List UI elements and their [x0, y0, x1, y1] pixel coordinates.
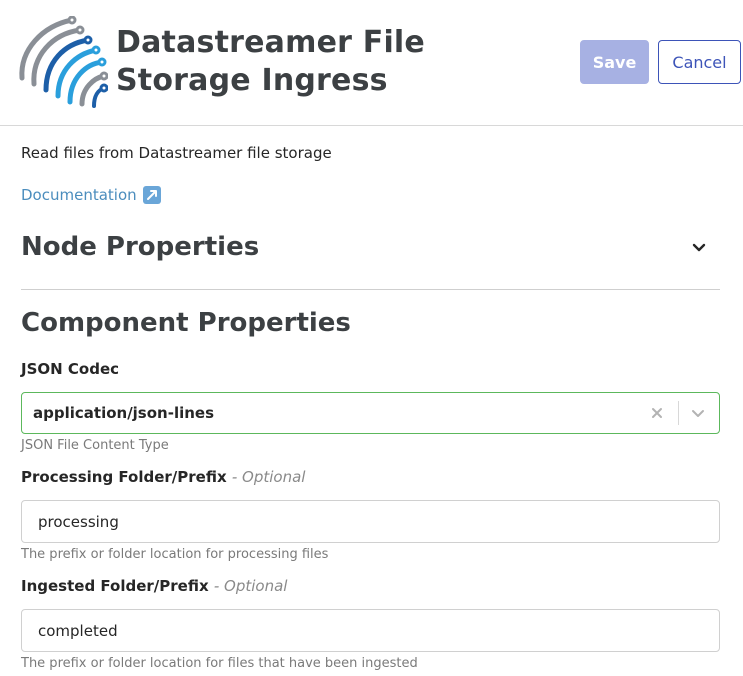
processing-folder-help: The prefix or folder location for proces…: [21, 547, 329, 562]
optional-tag: - Optional: [213, 577, 288, 595]
external-link-icon: [142, 186, 161, 204]
dropdown-chevron-icon[interactable]: [689, 404, 707, 422]
header: Datastreamer File Storage Ingress Save C…: [0, 0, 743, 126]
ingested-folder-input[interactable]: [21, 609, 720, 652]
clear-icon[interactable]: [648, 404, 666, 422]
ingested-folder-label: Ingested Folder/Prefix - Optional: [21, 577, 287, 595]
json-codec-help: JSON File Content Type: [21, 438, 169, 453]
chevron-down-icon[interactable]: [689, 238, 709, 258]
ingested-folder-help: The prefix or folder location for files …: [21, 656, 418, 671]
save-button[interactable]: Save: [580, 40, 649, 84]
section-divider: [21, 289, 720, 290]
documentation-link[interactable]: Documentation: [21, 186, 161, 204]
json-codec-label: JSON Codec: [21, 360, 120, 378]
select-separator: [678, 401, 679, 425]
processing-folder-label-text: Processing Folder/Prefix: [21, 468, 227, 486]
cancel-button[interactable]: Cancel: [658, 40, 741, 84]
json-codec-select[interactable]: application/json-lines: [21, 392, 720, 434]
component-properties-heading: Component Properties: [21, 308, 351, 338]
ingested-folder-label-text: Ingested Folder/Prefix: [21, 577, 209, 595]
component-description: Read files from Datastreamer file storag…: [21, 144, 332, 162]
node-properties-heading: Node Properties: [21, 232, 260, 262]
processing-folder-input[interactable]: [21, 500, 720, 543]
documentation-label: Documentation: [21, 186, 137, 204]
datastreamer-logo-icon: [14, 15, 109, 108]
page-title: Datastreamer File Storage Ingress: [116, 25, 425, 98]
optional-tag: - Optional: [231, 468, 306, 486]
json-codec-value: application/json-lines: [33, 404, 215, 422]
processing-folder-label: Processing Folder/Prefix - Optional: [21, 468, 305, 486]
